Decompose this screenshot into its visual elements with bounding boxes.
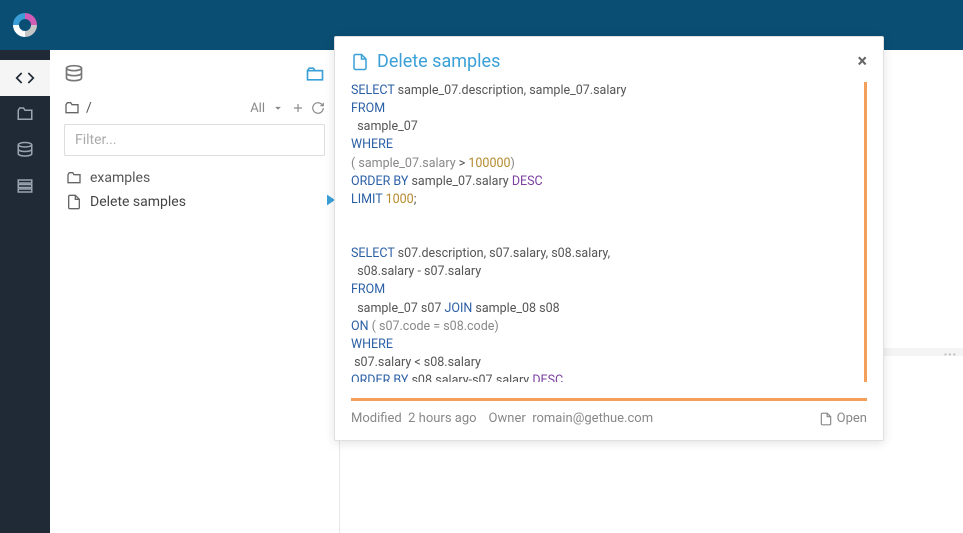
file-icon — [819, 412, 833, 426]
stack-icon — [16, 177, 34, 195]
filter-input[interactable] — [64, 124, 325, 156]
modified-value: 2 hours ago — [408, 411, 476, 426]
drag-handle-icon: ••• — [944, 350, 957, 361]
side-nav — [0, 50, 50, 533]
popover-title-text: Delete samples — [377, 51, 500, 72]
tree-item-label: examples — [90, 170, 150, 186]
database-icon — [64, 64, 84, 84]
open-label: Open — [837, 411, 867, 426]
panel-folder-open[interactable] — [305, 64, 325, 88]
database-icon — [16, 141, 34, 159]
nav-catalog[interactable] — [0, 168, 50, 204]
folder-icon — [66, 170, 82, 186]
document-preview-popover: Delete samples × SELECT sample_07.descri… — [334, 36, 884, 441]
popover-body: SELECT sample_07.description, sample_07.… — [335, 82, 883, 390]
owner-label: Owner — [489, 411, 526, 426]
breadcrumb-path: / — [86, 100, 92, 116]
code-icon — [15, 68, 35, 88]
sql-preview: SELECT sample_07.description, sample_07.… — [351, 82, 867, 382]
type-filter[interactable]: All — [250, 101, 265, 116]
breadcrumb[interactable]: / — [64, 100, 92, 116]
refresh-icon[interactable] — [311, 101, 325, 115]
tree-item-delete-samples[interactable]: Delete samples — [64, 190, 325, 214]
panel-source-icon[interactable] — [64, 64, 84, 88]
modified-label: Modified — [351, 411, 402, 426]
app-logo[interactable] — [0, 0, 50, 50]
folder-open-icon — [16, 105, 34, 123]
hue-logo-icon — [10, 10, 40, 40]
close-button[interactable]: × — [857, 51, 867, 72]
nav-tables[interactable] — [0, 132, 50, 168]
tree-item-label: Delete samples — [90, 194, 186, 210]
nav-editor[interactable] — [0, 60, 50, 96]
document-tree: examples Delete samples — [50, 164, 339, 216]
tree-item-examples[interactable]: examples — [64, 166, 325, 190]
path-row: / All — [50, 94, 339, 120]
popover-footer: Modified 2 hours ago Owner romain@gethue… — [335, 401, 883, 440]
file-icon — [351, 53, 369, 71]
open-button[interactable]: Open — [819, 411, 867, 426]
caret-down-icon[interactable] — [271, 101, 285, 115]
owner-value: romain@gethue.com — [532, 411, 653, 426]
folder-icon — [64, 100, 80, 116]
file-icon — [66, 194, 82, 210]
document-panel: / All examples Delete — [50, 50, 340, 533]
popover-title: Delete samples — [351, 51, 500, 72]
plus-icon[interactable] — [291, 101, 305, 115]
nav-documents[interactable] — [0, 96, 50, 132]
folder-open-icon — [305, 64, 325, 84]
